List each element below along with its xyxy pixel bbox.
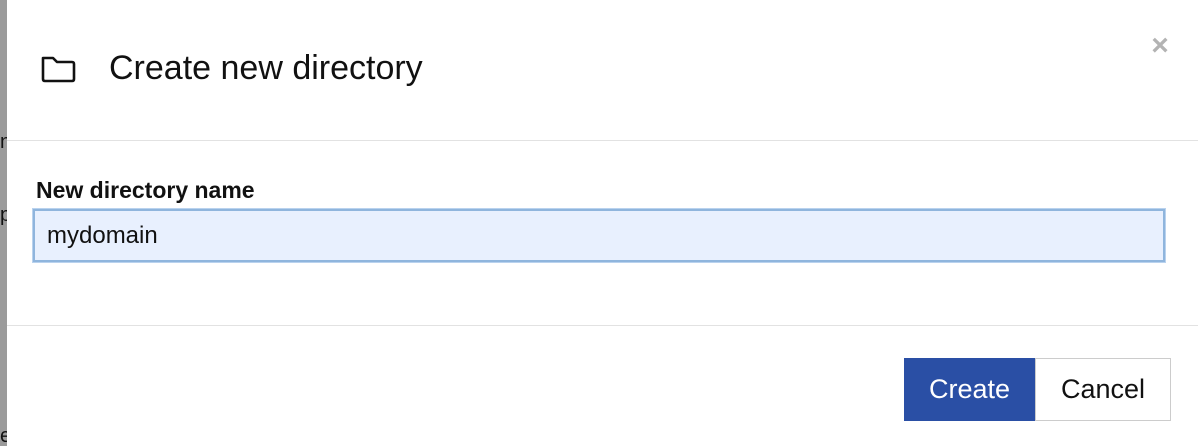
background-text-fragment: p (0, 205, 7, 225)
dialog-body: New directory name (7, 141, 1198, 326)
cancel-button[interactable]: Cancel (1035, 358, 1171, 421)
directory-name-label: New directory name (36, 177, 255, 203)
dialog-header: Create new directory × (7, 0, 1198, 141)
create-button[interactable]: Create (904, 358, 1035, 421)
close-icon[interactable]: × (1148, 31, 1172, 61)
dialog-footer: Create Cancel (7, 326, 1198, 446)
create-directory-dialog: Create new directory × New directory nam… (7, 0, 1198, 446)
background-text-fragment: e (0, 426, 7, 446)
directory-name-input[interactable] (33, 209, 1165, 262)
background-text-fragment: n (0, 132, 7, 152)
dialog-title: Create new directory (109, 49, 423, 87)
folder-icon (40, 53, 76, 85)
